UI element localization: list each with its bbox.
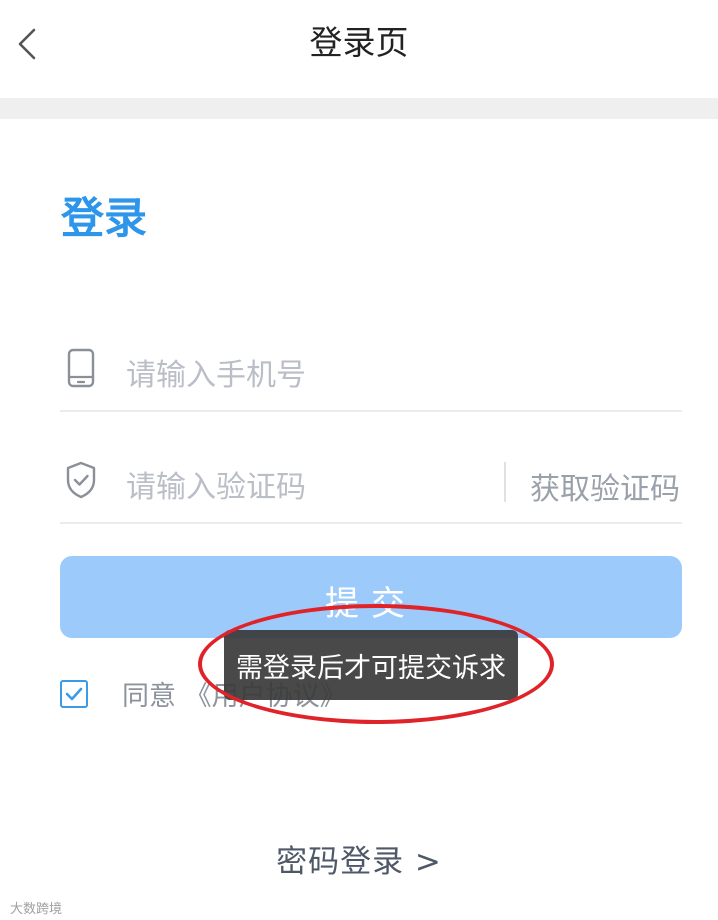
field-separator: [504, 462, 506, 502]
watermark: 大数跨境: [10, 902, 63, 917]
phone-field-row[interactable]: 请输入手机号: [60, 300, 682, 412]
page-title: 登录页: [309, 23, 409, 62]
code-field-row[interactable]: 请输入验证码 获取验证码: [60, 412, 682, 524]
code-input-placeholder[interactable]: 请输入验证码: [126, 462, 306, 506]
login-heading: 登录: [61, 194, 147, 244]
password-login-link[interactable]: 密码登录 >: [0, 836, 718, 881]
top-nav-bar: 登录页: [0, 0, 718, 96]
phone-input-placeholder[interactable]: 请输入手机号: [126, 350, 306, 394]
phone-icon: [67, 348, 95, 388]
agree-prefix: 同意: [122, 681, 176, 712]
annotation-highlight-ring: [198, 604, 554, 724]
section-divider: [0, 98, 718, 119]
get-code-button[interactable]: 获取验证码: [530, 464, 680, 508]
shield-check-icon: [66, 461, 96, 499]
agree-checkbox[interactable]: [60, 680, 88, 708]
checkmark-icon: [65, 687, 83, 701]
